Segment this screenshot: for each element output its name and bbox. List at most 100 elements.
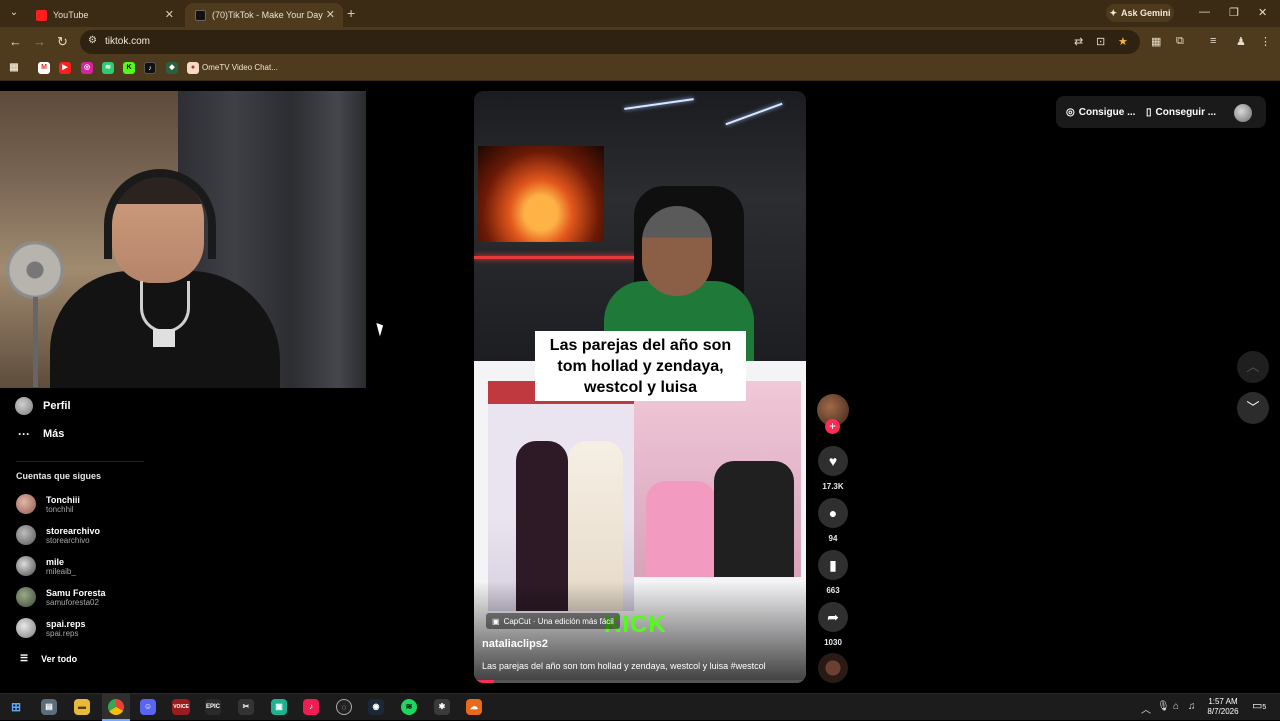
instagram-icon[interactable]: ◎ xyxy=(81,62,93,74)
start-icon[interactable]: ⊞ xyxy=(8,699,24,715)
like-button[interactable]: ♥ 17.3K xyxy=(817,446,849,491)
capcut-badge[interactable]: ▣ CapCut · Una edición más fácil xyxy=(486,613,620,629)
following-handle: storearchivo xyxy=(46,535,90,545)
next-video-button[interactable]: ﹀ xyxy=(1237,392,1269,424)
youtube-bookmark-icon[interactable]: ▶ xyxy=(59,62,71,74)
previous-video-button[interactable]: ︿ xyxy=(1237,351,1269,383)
get-coins-button[interactable]: ◎ Consigue ... xyxy=(1066,107,1135,118)
capcut-app-icon[interactable]: ✂ xyxy=(238,699,254,715)
avatar xyxy=(16,525,36,545)
notification-count: 5 xyxy=(1262,704,1267,711)
address-bar[interactable]: ⚙ tiktok.com ⇄ ⊡ ★ xyxy=(80,30,1140,54)
video-text-overlay: Las parejas del año son tom hollad y zen… xyxy=(535,331,746,401)
restore-button[interactable]: ❐ xyxy=(1229,6,1239,19)
volume-icon[interactable]: ♫ xyxy=(1188,701,1196,712)
tray-chevron-icon[interactable]: ︿ xyxy=(1141,701,1151,716)
overlay-line: tom hollad y zendaya, xyxy=(557,358,724,375)
clock[interactable]: 1:57 AM 8/7/2026 xyxy=(1200,697,1246,717)
new-tab-button[interactable]: + xyxy=(347,5,355,21)
tiktok-app-icon[interactable]: ♪ xyxy=(303,699,319,715)
profile-icon[interactable]: ♟ xyxy=(1236,35,1246,48)
spotify-bookmark-icon[interactable]: ≋ xyxy=(102,62,114,74)
music-disc-icon[interactable] xyxy=(818,653,848,683)
sidebar-item-profile[interactable]: Perfil xyxy=(15,397,71,415)
epic-games-icon[interactable]: EPIC xyxy=(205,699,221,715)
following-name: Tonchiii xyxy=(46,494,80,505)
game-icon[interactable]: ✱ xyxy=(434,699,450,715)
tab-tiktok[interactable]: (70)TikTok - Make Your Day ✕ xyxy=(185,3,343,27)
overlay-line: Las parejas del año son xyxy=(549,337,732,354)
pink-shirt xyxy=(646,481,716,577)
user-avatar[interactable] xyxy=(1234,104,1252,122)
tiktok-bookmark-icon[interactable]: ♪ xyxy=(144,62,156,74)
back-button[interactable]: ← xyxy=(9,34,22,49)
video-studio-scene xyxy=(474,91,806,361)
heart-icon: ♥ xyxy=(818,446,848,476)
clock-time: 1:57 AM xyxy=(1208,697,1238,706)
close-window-button[interactable]: ✕ xyxy=(1258,6,1267,19)
following-item[interactable]: spai.reps spai.reps xyxy=(16,618,86,638)
following-item[interactable]: storearchivo storearchivo xyxy=(16,525,100,545)
following-item[interactable]: Samu Foresta samuforesta02 xyxy=(16,587,106,607)
close-icon[interactable]: ✕ xyxy=(165,8,174,21)
overlay-line: westcol y luisa xyxy=(584,379,697,396)
site-bookmark-icon[interactable]: ◆ xyxy=(166,62,178,74)
ask-gemini-button[interactable]: ✦ Ask Gemini xyxy=(1106,4,1174,22)
bookmark-star-icon[interactable]: ★ xyxy=(1118,35,1128,48)
network-icon[interactable]: ⌂ xyxy=(1173,701,1179,712)
share-button[interactable]: ➦ 1030 xyxy=(817,602,849,647)
steam-icon[interactable]: ◉ xyxy=(368,699,384,715)
follow-button[interactable]: + xyxy=(825,419,840,434)
ometv-bookmark[interactable]: OmeTV Video Chat... xyxy=(202,63,278,72)
video-author[interactable]: nataliaclips2 xyxy=(482,638,548,650)
following-name: Samu Foresta xyxy=(46,587,106,598)
reload-button[interactable]: ↻ xyxy=(57,34,68,50)
following-name: spai.reps xyxy=(46,618,86,629)
notification-icon[interactable]: ▭5 xyxy=(1252,699,1266,712)
file-explorer-icon[interactable]: ▬ xyxy=(74,699,90,715)
phone-icon: ▯ xyxy=(1146,107,1152,118)
task-view-icon[interactable]: ▤ xyxy=(41,699,57,715)
chrome-icon[interactable] xyxy=(108,699,124,715)
extensions-puzzle-icon[interactable]: ⧉ xyxy=(1176,35,1184,48)
tab-youtube[interactable]: YouTube ✕ xyxy=(26,3,182,27)
share-count: 1030 xyxy=(824,638,842,647)
extension-icon[interactable]: ▦ xyxy=(1151,35,1161,48)
apps-icon[interactable]: ▦ xyxy=(8,62,20,74)
valorant-icon[interactable]: ◌ xyxy=(336,699,352,715)
kick-icon[interactable]: K xyxy=(123,62,135,74)
following-item[interactable]: mile mileaib_ xyxy=(16,556,76,576)
gmail-icon[interactable]: M xyxy=(38,62,50,74)
minimize-button[interactable]: — xyxy=(1199,6,1210,18)
site-info-icon[interactable]: ⚙ xyxy=(88,35,97,46)
voicemod-icon[interactable]: VOICE xyxy=(172,699,190,715)
comment-icon: ● xyxy=(818,498,848,528)
comment-button[interactable]: ● 94 xyxy=(817,498,849,543)
menu-icon[interactable]: ⋮ xyxy=(1260,35,1271,48)
microphone-icon[interactable]: 🎙 xyxy=(1157,701,1170,712)
close-icon[interactable]: ✕ xyxy=(326,8,335,21)
windows-taskbar: ⊞ ▤ ▬ ☺ VOICE EPIC ✂ ▣ ♪ ◌ ◉ ≋ ✱ ☁ ︿ 🎙 ⌂… xyxy=(0,693,1280,721)
media-controls-icon[interactable]: ≡ xyxy=(1210,35,1216,47)
spotify-icon[interactable]: ≋ xyxy=(401,699,417,715)
video-player[interactable]: Las parejas del año son tom hollad y zen… xyxy=(474,91,806,683)
tab-search-button[interactable]: ⌄ xyxy=(4,4,24,22)
translate-icon[interactable]: ⇄ xyxy=(1074,35,1083,48)
see-all-link[interactable]: ☰ Ver todo xyxy=(20,653,77,664)
forward-button[interactable]: → xyxy=(33,34,46,49)
sidebar-item-more[interactable]: ··· Más xyxy=(15,427,64,441)
cloud-app-icon[interactable]: ☁ xyxy=(466,699,482,715)
discord-icon[interactable]: ☺ xyxy=(140,699,156,715)
save-button[interactable]: ▮ 663 xyxy=(817,550,849,595)
black-shirt xyxy=(714,461,794,577)
install-app-icon[interactable]: ⊡ xyxy=(1096,35,1105,48)
following-name: storearchivo xyxy=(46,525,101,536)
sidebar-item-label: Perfil xyxy=(43,400,71,412)
ometv-icon[interactable]: ● xyxy=(187,62,199,74)
video-progress-bar[interactable] xyxy=(474,680,806,683)
get-app-label: Conseguir ... xyxy=(1155,107,1217,118)
following-item[interactable]: Tonchiii tonchhil xyxy=(16,494,80,514)
app-icon[interactable]: ▣ xyxy=(271,699,287,715)
browser-titlebar: ⌄ YouTube ✕ (70)TikTok - Make Your Day ✕… xyxy=(0,0,1280,27)
get-app-button[interactable]: ▯ Conseguir ... xyxy=(1146,107,1216,118)
